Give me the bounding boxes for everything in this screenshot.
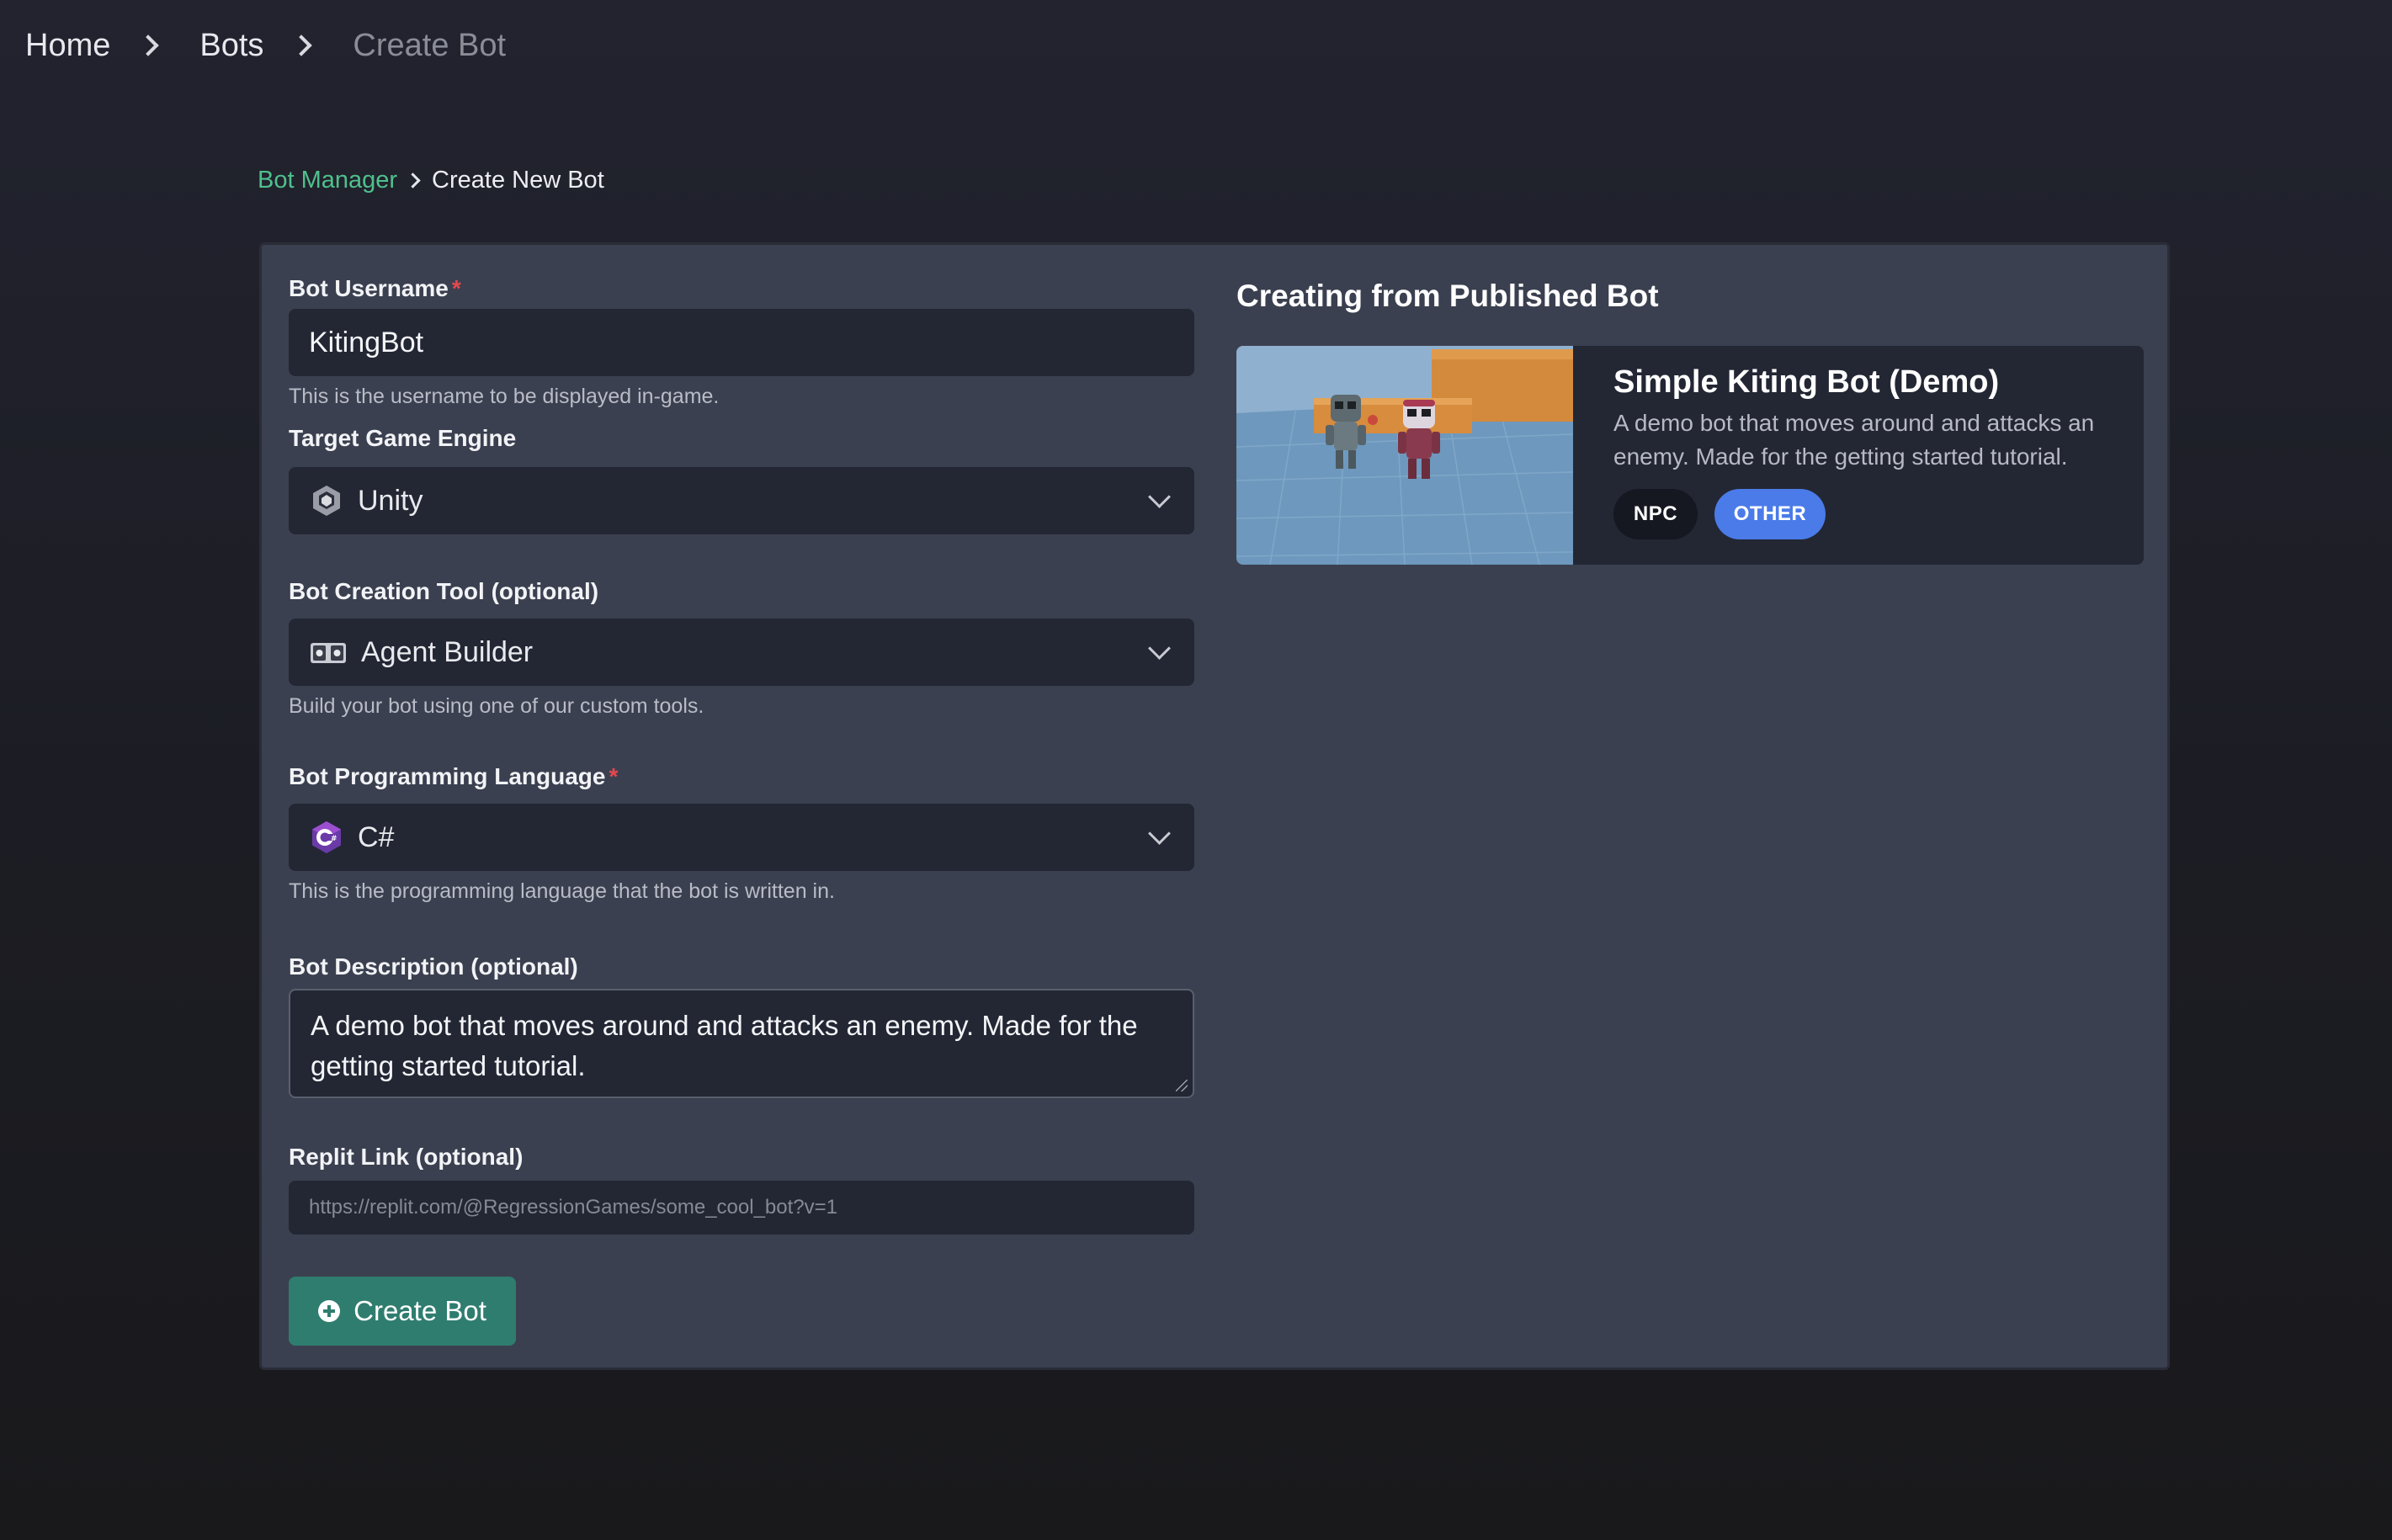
description-label: Bot Description (optional) xyxy=(289,953,578,980)
replit-label: Replit Link (optional) xyxy=(289,1144,524,1170)
csharp-icon: # xyxy=(312,821,341,853)
create-bot-label: Create Bot xyxy=(353,1295,486,1326)
tag-other: OTHER xyxy=(1714,489,1826,539)
language-help: This is the programming language that th… xyxy=(289,879,835,903)
creation-tool-help: Build your bot using one of our custom t… xyxy=(289,694,704,718)
creation-tool-label: Bot Creation Tool (optional) xyxy=(289,578,599,604)
unity-icon xyxy=(313,486,340,516)
chevron-down-icon xyxy=(1148,637,1171,660)
svg-text:#: # xyxy=(331,835,338,843)
language-label-text: Bot Programming Language xyxy=(289,763,606,789)
breadcrumb-home[interactable]: Home xyxy=(25,28,110,64)
engine-select[interactable]: Unity xyxy=(289,467,1194,534)
breadcrumb-current: Create Bot xyxy=(353,27,507,63)
breadcrumb-bots[interactable]: Bots xyxy=(199,28,263,64)
chevron-right-icon xyxy=(290,35,313,56)
replit-input[interactable]: https://replit.com/@RegressionGames/some… xyxy=(289,1181,1194,1235)
published-heading: Creating from Published Bot xyxy=(1236,279,1659,313)
username-help: This is the username to be displayed in-… xyxy=(289,385,720,408)
language-select[interactable]: # C# xyxy=(289,804,1194,871)
sub-breadcrumb-current: Create New Bot xyxy=(432,167,604,194)
published-bot-card[interactable]: Simple Kiting Bot (Demo) A demo bot that… xyxy=(1236,346,2144,565)
replit-placeholder: https://replit.com/@RegressionGames/some… xyxy=(309,1196,837,1219)
chevron-right-icon xyxy=(137,35,160,56)
published-bot-title: Simple Kiting Bot (Demo) xyxy=(1613,364,2000,400)
username-value: KitingBot xyxy=(309,326,424,358)
language-value: C# xyxy=(358,820,395,853)
username-input[interactable]: KitingBot xyxy=(289,309,1194,376)
description-value: A demo bot that moves around and attacks… xyxy=(311,1010,1138,1081)
description-textarea[interactable]: A demo bot that moves around and attacks… xyxy=(289,989,1194,1098)
sub-breadcrumb: Bot Manager Create New Bot xyxy=(258,167,604,194)
tag-npc: NPC xyxy=(1613,489,1698,539)
create-bot-button[interactable]: Create Bot xyxy=(289,1277,516,1346)
bot-manager-link[interactable]: Bot Manager xyxy=(258,167,397,194)
published-bot-description: A demo bot that moves around and attacks… xyxy=(1613,410,2095,470)
chevron-right-icon xyxy=(405,173,421,189)
chevron-down-icon xyxy=(1148,822,1171,845)
bot-preview-image xyxy=(1236,346,1573,565)
chevron-down-icon xyxy=(1148,486,1171,508)
bot-thumbnail xyxy=(1236,346,1573,565)
plus-circle-icon xyxy=(318,1300,341,1322)
create-bot-card: Bot Username * KitingBot This is the user… xyxy=(259,242,2170,1370)
required-mark: * xyxy=(451,275,461,301)
required-mark: * xyxy=(609,763,619,789)
username-label: Bot Username * xyxy=(289,275,461,302)
resize-handle-icon[interactable] xyxy=(1176,1080,1188,1091)
breadcrumb: Home Bots Create Bot xyxy=(25,20,506,71)
creation-tool-value: Agent Builder xyxy=(361,635,534,668)
engine-label: Target Game Engine xyxy=(289,425,517,451)
username-label-text: Bot Username xyxy=(289,275,449,301)
engine-value: Unity xyxy=(358,484,423,517)
agent-builder-icon xyxy=(311,643,346,663)
creation-tool-select[interactable]: Agent Builder xyxy=(289,619,1194,686)
language-label: Bot Programming Language * xyxy=(289,763,618,790)
